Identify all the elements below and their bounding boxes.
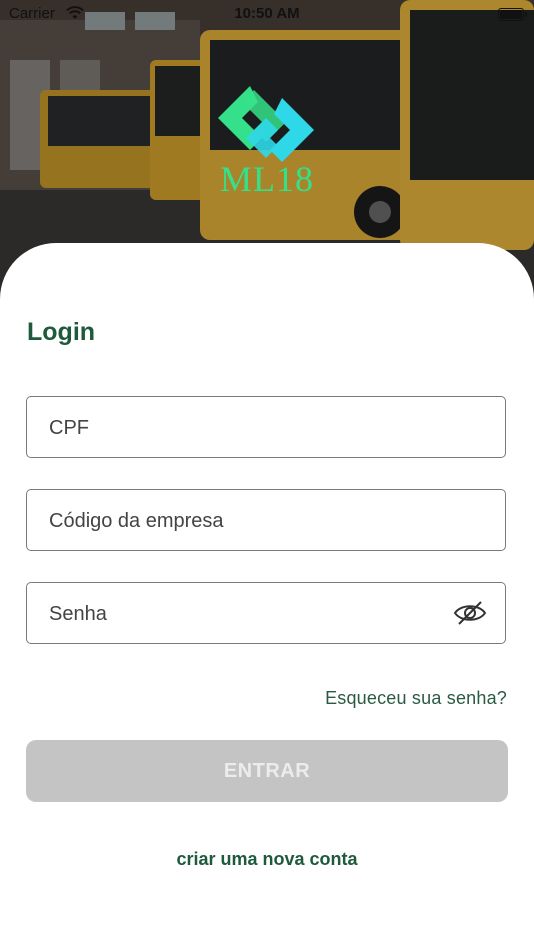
company-code-field[interactable] <box>26 489 506 552</box>
battery-icon <box>498 8 527 21</box>
enter-button[interactable]: ENTRAR <box>26 740 508 802</box>
status-time: 10:50 AM <box>234 5 300 22</box>
page-title: Login <box>27 318 96 346</box>
forgot-password-link[interactable]: Esqueceu sua senha? <box>325 688 507 709</box>
create-account-link[interactable]: criar uma nova conta <box>0 849 534 870</box>
password-field[interactable] <box>26 582 506 645</box>
brand-logo-text: ML18 <box>220 159 314 199</box>
eye-slash-icon[interactable] <box>453 599 487 627</box>
cpf-field[interactable] <box>26 396 506 459</box>
cpf-input[interactable] <box>47 397 471 459</box>
password-input[interactable] <box>47 583 471 645</box>
status-bar: Carrier 10:50 AM <box>0 0 534 30</box>
company-code-input[interactable] <box>47 490 471 552</box>
